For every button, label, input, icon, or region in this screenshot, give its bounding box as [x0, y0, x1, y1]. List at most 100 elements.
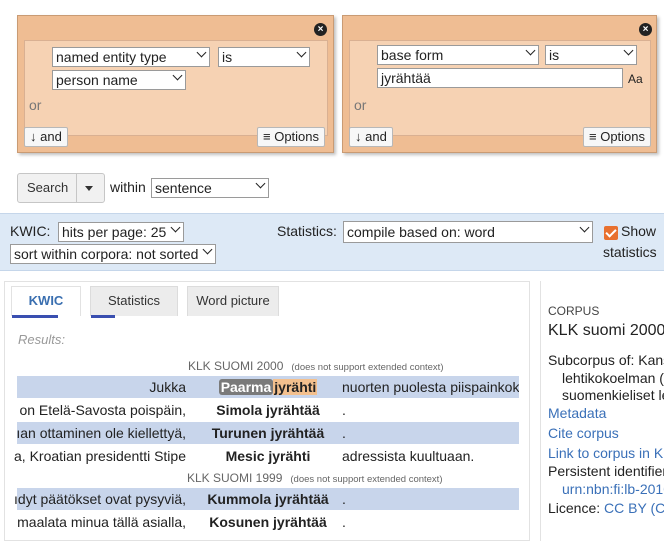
urn-link[interactable]: urn:nbn:fi:lb-2016	[562, 481, 664, 497]
kwic-match[interactable]: Paarma jyrähti	[198, 376, 338, 398]
or-button[interactable]: or	[29, 97, 41, 113]
query-token-1: × named entity type is person name or ↓ …	[17, 15, 334, 153]
kwic-right-context: adressista kuultuaan.	[342, 448, 475, 464]
kwic-right-context: nuorten puolesta piispainkok	[342, 379, 519, 395]
menu-icon: ≡	[263, 129, 271, 144]
attribute-select-value: base form	[381, 47, 444, 63]
kwic-match[interactable]: Mesic jyrähti	[198, 445, 338, 467]
and-button[interactable]: ↓ and	[349, 127, 393, 147]
kwic-left-context: ıdyt päätökset ovat pysyviä,	[14, 491, 186, 507]
licence-link[interactable]: CC BY (C	[604, 500, 664, 516]
options-button-label: Options	[274, 129, 320, 144]
statistics-label: Statistics:	[277, 223, 337, 239]
attribute-select-value: named entity type	[56, 49, 167, 65]
kwic-match[interactable]: Kosunen jyrähtää	[198, 511, 338, 533]
attribute-select[interactable]: base form	[377, 45, 539, 65]
results-label: Results:	[18, 332, 65, 347]
close-icon[interactable]: ×	[314, 23, 327, 36]
chevron-down-icon	[172, 223, 179, 241]
arrow-down-icon: ↓	[355, 129, 362, 144]
hits-per-page-select[interactable]: hits per page: 25	[58, 222, 184, 242]
kwic-match[interactable]: Turunen jyrähtää	[198, 422, 338, 444]
value-input[interactable]: jyrähtää	[377, 68, 623, 88]
query-token-2: × base form is jyrähtää Aa or ↓ and ≡ Op…	[342, 15, 657, 153]
token-1-condition-box: named entity type is person name or	[24, 40, 328, 136]
hits-per-page-value: hits per page: 25	[62, 224, 167, 240]
chevron-down-icon	[174, 71, 181, 89]
kwic-left-context: ıan ottaminen ole kiellettyä,	[16, 425, 186, 441]
chevron-down-icon	[204, 245, 211, 263]
attribute-select[interactable]: named entity type	[52, 47, 210, 67]
tab-statistics-label: Statistics	[107, 293, 160, 308]
persistent-identifier-label: Persistent identifier	[548, 463, 664, 479]
kwic-row[interactable]: Jukka Paarma jyrähti nuorten puolesta pii…	[17, 376, 519, 398]
operator-select-value: is	[222, 49, 233, 65]
metadata-link[interactable]: Metadata	[548, 405, 606, 421]
tab-word-picture[interactable]: Word picture	[187, 286, 279, 316]
token-2-condition-box: base form is jyrähtää Aa or	[349, 40, 651, 136]
cite-corpus-link[interactable]: Cite corpus	[548, 425, 619, 441]
or-button[interactable]: or	[354, 97, 366, 113]
kwic-row[interactable]: maalata minua tällä asialla, Kosunen jyr…	[17, 511, 519, 533]
options-button[interactable]: ≡ Options	[583, 127, 652, 147]
kwic-label: KWIC:	[10, 223, 51, 239]
compile-select[interactable]: compile based on: word	[343, 221, 593, 243]
arrow-down-icon: ↓	[30, 129, 37, 144]
tab-kwic[interactable]: KWIC	[11, 286, 81, 318]
search-button-label: Search	[27, 180, 69, 195]
value-select[interactable]: person name	[52, 70, 186, 90]
results-toolbar: KWIC: hits per page: 25 sort within corp…	[0, 213, 664, 271]
corpus-name: KLK SUOMI 1999	[187, 471, 283, 485]
chevron-down-icon	[527, 46, 534, 64]
sort-select[interactable]: sort within corpora: not sorted	[10, 244, 216, 264]
value-input-text: jyrähtää	[381, 70, 431, 86]
caret-down-icon[interactable]	[85, 186, 93, 191]
value-select-value: person name	[56, 72, 138, 88]
kwic-match-word[interactable]: jyrähti	[273, 379, 318, 395]
tab-statistics[interactable]: Statistics	[90, 286, 178, 318]
kwic-match[interactable]: Simola jyrähtää	[198, 399, 338, 421]
kwic-right-context: .	[342, 514, 346, 530]
corpus-info-panel: CORPUS KLK suomi 2000 Subcorpus of: Kans…	[540, 281, 664, 541]
kwic-left-context: a, Kroatian presidentti Stipe	[14, 448, 186, 464]
kwic-row[interactable]: ıdyt päätökset ovat pysyviä, Kummola jyr…	[14, 488, 519, 510]
kwic-row[interactable]: a, Kroatian presidentti Stipe Mesic jyrä…	[14, 445, 519, 467]
corpus-note: (does not support extended context)	[290, 474, 443, 485]
button-divider	[76, 174, 77, 202]
and-button-label: and	[365, 129, 387, 144]
options-button-label: Options	[600, 129, 646, 144]
subcorpus-label: Subcorpus of: Kans	[548, 352, 664, 368]
corpus-link[interactable]: Link to corpus in K	[548, 445, 663, 461]
case-sensitivity-toggle[interactable]: Aa	[628, 72, 643, 86]
chevron-down-icon	[625, 46, 632, 64]
kwic-left-context: maalata minua tällä asialla,	[17, 514, 186, 530]
options-button[interactable]: ≡ Options	[257, 127, 326, 147]
kwic-row[interactable]: on Etelä-Savosta poispäin, Simola jyräht…	[17, 399, 519, 421]
corpus-header: KLK SUOMI 1999 (does not support extended…	[187, 471, 443, 485]
operator-select-value: is	[549, 47, 560, 63]
tab-active-indicator	[12, 315, 58, 318]
search-button[interactable]: Search	[17, 173, 105, 203]
tab-kwic-label: KWIC	[28, 293, 64, 308]
caret-down-icon	[581, 222, 588, 242]
close-icon[interactable]: ×	[639, 23, 652, 36]
within-select-value: sentence	[155, 180, 212, 196]
chevron-down-icon	[257, 179, 264, 197]
kwic-match[interactable]: Kummola jyrähtää	[198, 488, 338, 510]
within-select[interactable]: sentence	[151, 178, 269, 198]
subcorpus-line-2: lehtikokoelman (	[562, 370, 664, 386]
and-button[interactable]: ↓ and	[24, 127, 68, 147]
show-statistics-label: Show	[621, 223, 657, 239]
kwic-right-context: .	[342, 425, 346, 441]
corpus-caption: CORPUS	[548, 304, 600, 318]
kwic-match-selected-word[interactable]: Paarma	[218, 379, 274, 395]
operator-select[interactable]: is	[218, 47, 310, 67]
kwic-row[interactable]: ıan ottaminen ole kiellettyä, Turunen jy…	[16, 422, 519, 444]
subcorpus-line-3: suomenkieliset le	[562, 387, 664, 403]
compile-select-value: compile based on: word	[347, 224, 495, 240]
operator-select[interactable]: is	[545, 45, 637, 65]
licence-label: Licence:	[548, 500, 601, 516]
chevron-down-icon	[198, 48, 205, 66]
show-statistics-checkbox[interactable]	[604, 226, 618, 240]
kwic-left-context: on Etelä-Savosta poispäin,	[19, 402, 186, 418]
